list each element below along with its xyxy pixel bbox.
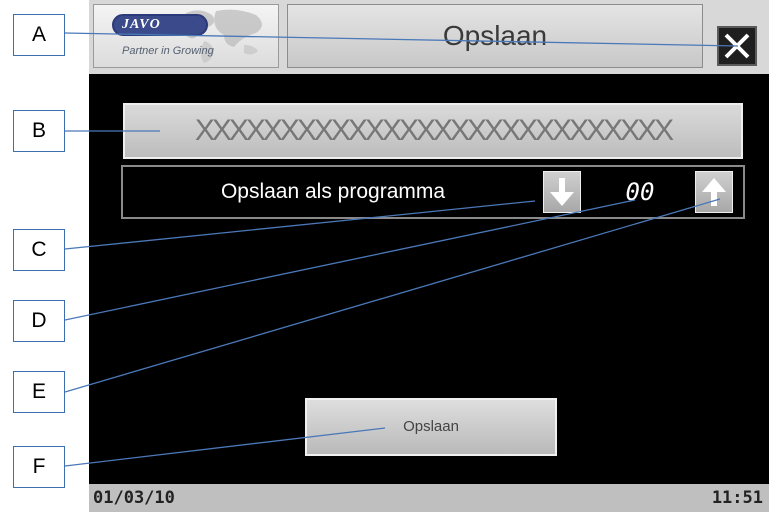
callout-d: D xyxy=(13,300,65,342)
leader-line-e xyxy=(64,198,721,393)
leader-line-f xyxy=(64,427,386,467)
leader-line-c xyxy=(64,200,536,250)
callout-e: E xyxy=(13,371,65,413)
manual-figure: JAVO Partner in Growing Opslaan XXXXXXXX… xyxy=(0,0,776,514)
callout-f: F xyxy=(13,446,65,488)
callout-b: B xyxy=(13,110,65,152)
callout-c: C xyxy=(13,229,65,271)
callout-leader-lines xyxy=(64,32,739,467)
callout-a: A xyxy=(13,14,65,56)
leader-line-d xyxy=(64,199,636,321)
leader-line-a xyxy=(64,32,739,47)
